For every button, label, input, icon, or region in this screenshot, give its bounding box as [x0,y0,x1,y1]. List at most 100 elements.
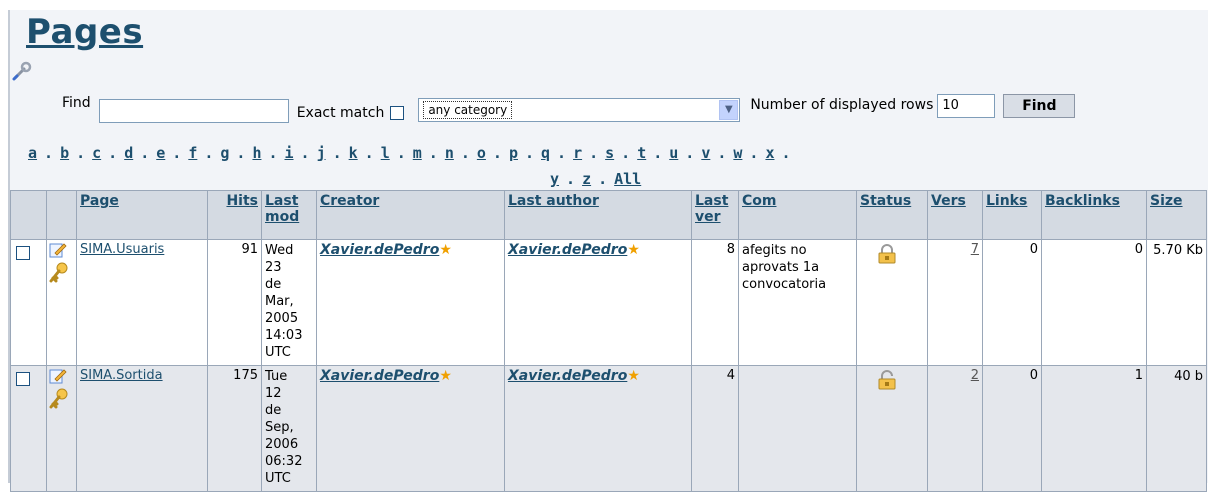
letter-separator: . [524,144,534,162]
letter-separator: . [781,144,791,162]
letter-filter-z[interactable]: z [582,170,591,188]
letter-separator: . [140,144,150,162]
letter-separator: . [300,144,310,162]
letter-separator: . [236,144,246,162]
letter-filter-t[interactable]: t [637,144,646,162]
letter-filter-k[interactable]: k [349,144,358,162]
versions-link[interactable]: 2 [971,368,979,383]
wrench-icon[interactable] [11,60,33,82]
hits-cell: 91 [207,239,262,366]
letter-separator: . [589,144,599,162]
exact-match-checkbox[interactable] [390,106,405,120]
permissions-key-icon[interactable] [49,388,69,410]
comment-cell [738,365,857,492]
row-actions-cell [46,365,77,492]
size-cell: 5.70 Kb [1146,239,1207,366]
find-label: Find [62,95,91,111]
letter-filter-b[interactable]: b [60,144,69,162]
rows-label: Number of displayed rows [750,97,934,113]
find-input[interactable] [98,99,289,123]
letter-filter-a[interactable]: a [28,144,37,162]
row-checkbox[interactable] [16,372,30,386]
find-button[interactable]: Find [1003,94,1076,118]
letter-separator: . [749,144,759,162]
creator-link[interactable]: Xavier.dePedro [320,368,439,384]
column-header-links[interactable]: Links [982,190,1042,240]
creator-link[interactable]: Xavier.dePedro [320,242,439,258]
column-header-page[interactable]: Page [76,190,208,240]
letter-filter-d[interactable]: d [124,144,133,162]
star-icon: ★ [439,368,452,384]
letter-filter-i[interactable]: i [285,144,294,162]
column-header-last-author[interactable]: Last author [504,190,692,240]
edit-icon[interactable] [49,242,67,258]
category-select[interactable]: any category ▼ [418,98,741,122]
letter-separator: . [492,144,502,162]
exact-match-option: Exact match [297,105,405,121]
column-header-backlinks[interactable]: Backlinks [1041,190,1147,240]
table-row: SIMA.Usuaris 91 Wed 23 de Mar, 2005 14:03 … [10,239,1207,366]
letter-separator: . [598,170,608,188]
column-header-status[interactable]: Status [856,190,928,240]
letter-filter-p[interactable]: p [509,144,518,162]
column-header-hits[interactable]: Hits [207,190,262,240]
letter-filter-f[interactable]: f [188,144,197,162]
letter-filter-l[interactable]: l [381,144,390,162]
letter-filter-c[interactable]: c [92,144,101,162]
letter-filter-q[interactable]: q [541,144,550,162]
letter-filter-u[interactable]: u [669,144,678,162]
letter-filter-y[interactable]: y [550,170,559,188]
creator-cell: Xavier.dePedro★ [316,239,505,366]
versions-cell: 7 [927,239,983,366]
star-icon: ★ [439,242,452,258]
status-cell [856,365,928,492]
last-author-link[interactable]: Xavier.dePedro [508,368,627,384]
exact-match-label: Exact match [296,105,385,121]
last-mod-cell: Wed 23 de Mar, 2005 14:03 UTC [261,239,317,366]
letter-filter-e[interactable]: e [156,144,165,162]
page-link[interactable]: SIMA.Usuaris [80,242,164,257]
chevron-down-icon[interactable]: ▼ [719,100,739,120]
column-header-creator[interactable]: Creator [316,190,505,240]
last-ver-cell: 4 [691,365,739,492]
column-header-last-ver[interactable]: Last ver [691,190,739,240]
column-header-last-mod[interactable]: Last mod [261,190,317,240]
backlinks-cell: 0 [1041,239,1147,366]
letter-separator: . [653,144,663,162]
size-cell: 40 b [1146,365,1207,492]
links-cell: 0 [982,239,1042,366]
backlinks-cell: 1 [1041,365,1147,492]
letter-filter-s[interactable]: s [605,144,614,162]
letter-separator: . [204,144,214,162]
rows-input[interactable]: 10 [937,94,996,118]
letter-separator: . [685,144,695,162]
unlock-icon[interactable] [878,370,896,390]
lock-icon[interactable] [878,244,896,264]
page-name-cell: SIMA.Usuaris [76,239,208,366]
edit-icon[interactable] [49,368,67,384]
letter-filter-all[interactable]: All [614,170,641,188]
column-header-vers[interactable]: Vers [927,190,983,240]
letter-separator: . [396,144,406,162]
letter-filter-m[interactable]: m [413,144,422,162]
permissions-key-icon[interactable] [49,262,69,284]
column-header-com[interactable]: Com [738,190,857,240]
page-link[interactable]: SIMA.Sortida [80,368,163,383]
letter-filter-n[interactable]: n [445,144,454,162]
letter-filter-j[interactable]: j [317,144,326,162]
pages-table: Page Hits Last mod Creator Last author L… [10,190,1207,492]
letter-separator: . [44,144,54,162]
last-author-link[interactable]: Xavier.dePedro [508,242,627,258]
comment-cell: afegits no aprovats 1a convocatoria [738,239,857,366]
alphabet-filter-row2: y. z. All [550,170,641,188]
column-header-size[interactable]: Size [1146,190,1207,240]
star-icon: ★ [627,368,640,384]
row-checkbox[interactable] [16,246,30,260]
last-ver-cell: 8 [691,239,739,366]
letter-filter-v[interactable]: v [701,144,710,162]
versions-link[interactable]: 7 [971,242,979,257]
page-title[interactable]: Pages [26,12,143,52]
letter-separator: . [566,170,576,188]
letter-filter-o[interactable]: o [477,144,486,162]
letter-filter-r[interactable]: r [573,144,582,162]
